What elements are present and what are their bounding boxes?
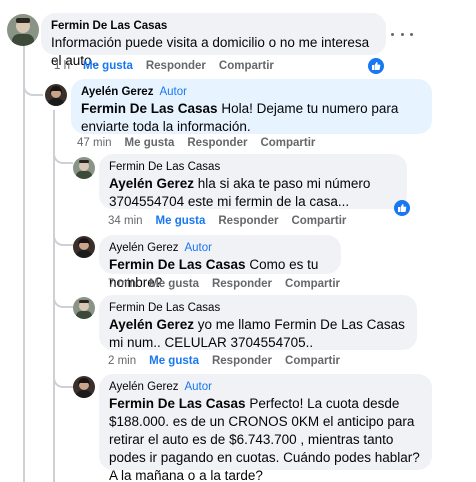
avatar[interactable] — [7, 14, 39, 46]
mention-link[interactable]: Ayelén Gerez — [109, 176, 194, 191]
thumbs-up-icon — [372, 62, 381, 70]
comment-text: Ayelén Gerez yo me llamo Fermin De Las C… — [109, 317, 405, 350]
mention-link[interactable]: Ayelén Gerez — [109, 317, 194, 332]
thread-curve — [53, 226, 73, 246]
comment-author-line: Ayelén Gerez Autor — [81, 85, 422, 100]
mention-link[interactable]: Fermin De Las Casas — [109, 396, 246, 411]
like-reaction[interactable] — [394, 200, 410, 216]
thread-curve — [23, 74, 43, 96]
avatar[interactable] — [73, 157, 95, 179]
mention-link[interactable]: Fermin De Las Casas — [109, 257, 246, 272]
avatar[interactable] — [73, 376, 95, 398]
more-horizontal-icon — [391, 32, 394, 36]
comment-actions: 34 min Me gusta Responder Compartir — [108, 213, 359, 229]
comment-actions: 7 min Me gusta Responder Compartir — [108, 276, 353, 292]
share-button[interactable]: Compartir — [285, 278, 340, 290]
comment-text: Fermin De Las Casas Hola! Dejame tu nume… — [81, 101, 399, 134]
like-button[interactable]: Me gusta — [149, 278, 199, 290]
like-button[interactable]: Me gusta — [149, 355, 199, 367]
comment-bubble: Ayelén Gerez Autor Fermin De Las Casas Co… — [99, 235, 341, 290]
share-button[interactable]: Compartir — [260, 137, 315, 149]
comment-bubble: Ayelén Gerez Autor Fermin De Las Casas Ho… — [71, 79, 432, 134]
thread-curve — [53, 148, 73, 164]
comment-time[interactable]: 7 min — [108, 278, 136, 290]
thread-curve — [53, 366, 73, 388]
thread-line-main — [23, 46, 25, 482]
author-badge: Autor — [159, 86, 187, 98]
comment-text: Ayelén Gerez hla si aka te paso mi númer… — [109, 176, 371, 209]
comment-bubble: Fermin De Las Casas Ayelén Gerez yo me l… — [99, 295, 417, 350]
comment-bubble: Ayelén Gerez Autor Fermin De Las Casas Pe… — [99, 374, 432, 482]
comment-author[interactable]: Ayelén Gerez — [81, 86, 153, 98]
comment-actions: 2 min Me gusta Responder Compartir — [108, 353, 353, 369]
comment-author[interactable]: Fermin De Las Casas — [51, 19, 376, 34]
reply-button[interactable]: Responder — [218, 215, 278, 227]
author-badge: Autor — [184, 381, 212, 393]
reply-button[interactable]: Responder — [146, 60, 206, 72]
thread-curve — [53, 286, 73, 308]
more-options-button[interactable] — [391, 27, 413, 41]
comment-time[interactable]: 2 min — [108, 355, 136, 367]
reply-button[interactable]: Responder — [212, 355, 272, 367]
share-button[interactable]: Compartir — [285, 355, 340, 367]
comment-author[interactable]: Fermin De Las Casas — [109, 160, 397, 175]
reply-button[interactable]: Responder — [212, 278, 272, 290]
avatar[interactable] — [73, 236, 95, 258]
mention-link[interactable]: Fermin De Las Casas — [81, 101, 218, 116]
comment-author[interactable]: Ayelén Gerez — [109, 242, 178, 254]
comment-time[interactable]: 1 h — [54, 60, 70, 72]
author-badge: Autor — [184, 242, 212, 254]
comment-actions: 47 min Me gusta Responder Compartir — [77, 135, 328, 151]
comment-bubble: Fermin De Las Casas Ayelén Gerez hla si … — [99, 154, 407, 209]
like-button[interactable]: Me gusta — [156, 215, 206, 227]
thumbs-up-icon — [398, 204, 407, 212]
like-reaction[interactable] — [368, 58, 384, 74]
comment-author[interactable]: Fermin De Las Casas — [109, 301, 407, 316]
comment-author[interactable]: Ayelén Gerez — [109, 381, 178, 393]
comment-author-line: Ayelén Gerez Autor — [109, 380, 422, 395]
reply-button[interactable]: Responder — [187, 137, 247, 149]
comment-actions: 1 h Me gusta Responder Compartir — [54, 58, 287, 74]
comment-time[interactable]: 47 min — [77, 137, 112, 149]
comment-time[interactable]: 34 min — [108, 215, 143, 227]
like-button[interactable]: Me gusta — [83, 60, 133, 72]
comment-text: Fermin De Las Casas Perfecto! La cuota d… — [109, 396, 420, 482]
comment-author-line: Ayelén Gerez Autor — [109, 241, 331, 256]
avatar[interactable] — [73, 297, 95, 319]
share-button[interactable]: Compartir — [219, 60, 274, 72]
share-button[interactable]: Compartir — [291, 215, 346, 227]
like-button[interactable]: Me gusta — [125, 137, 175, 149]
comment-bubble: Fermin De Las Casas Información puede vi… — [41, 13, 386, 68]
avatar[interactable] — [45, 84, 67, 106]
